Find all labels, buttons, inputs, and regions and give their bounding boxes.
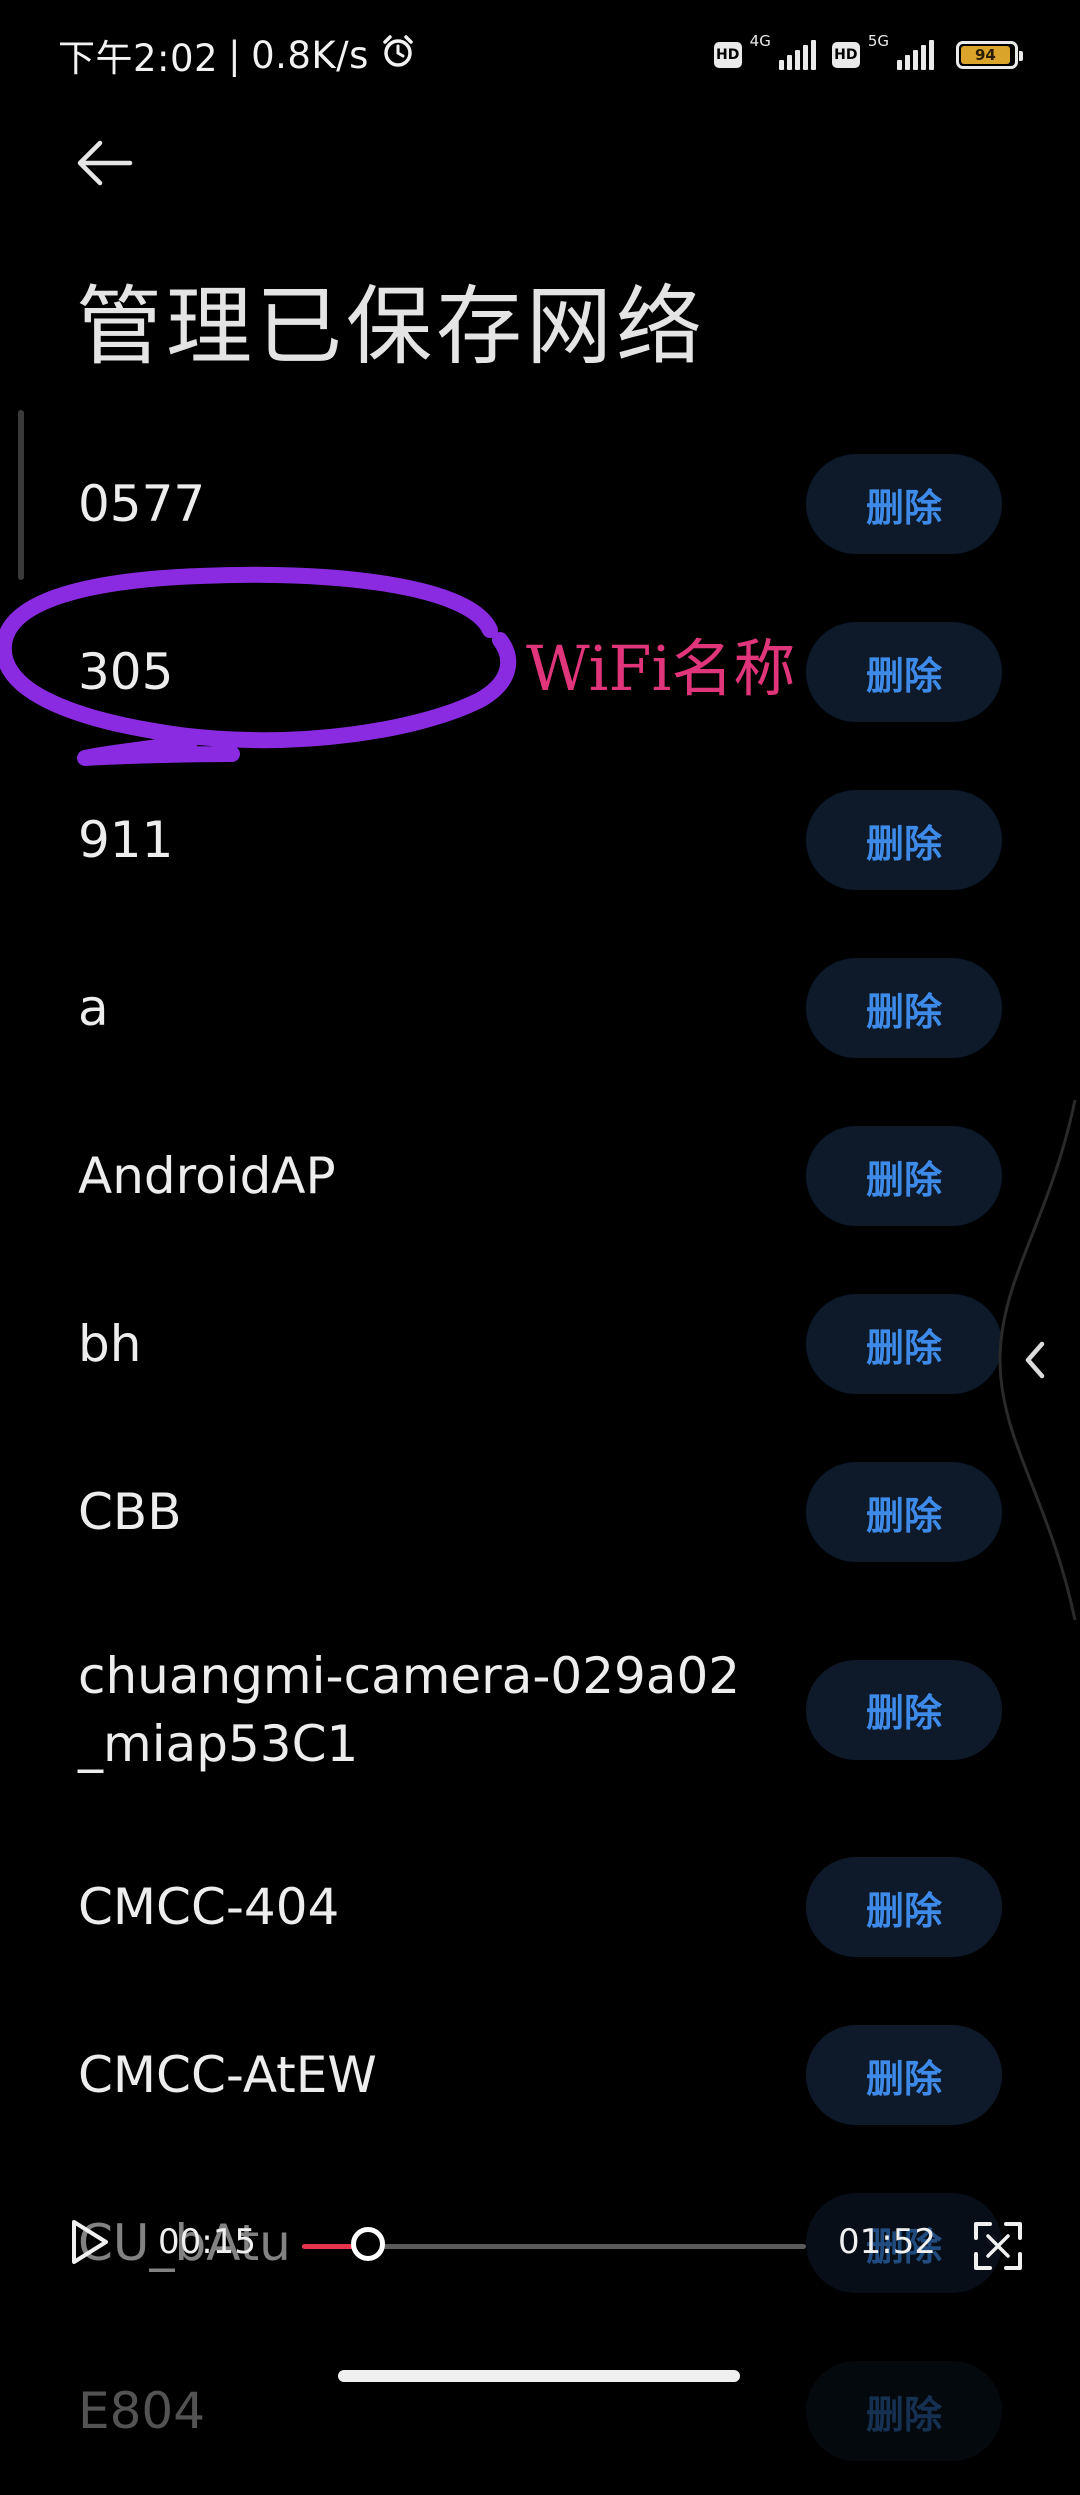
progress-thumb[interactable] [350, 2227, 385, 2261]
network-type-sim1: 4G [749, 32, 771, 50]
status-separator: | [228, 33, 242, 77]
list-item[interactable]: CBB 删除 [0, 1428, 1080, 1596]
list-item[interactable]: 911 删除 [0, 756, 1080, 924]
list-item[interactable]: a 删除 [0, 924, 1080, 1092]
delete-button[interactable]: 删除 [806, 622, 1002, 722]
delete-button[interactable]: 删除 [806, 790, 1002, 890]
alarm-icon [379, 32, 417, 79]
arrow-left-icon [77, 140, 133, 186]
video-player-bar: 00:15 01:52 [0, 2190, 1080, 2300]
status-bar: 下午2:02 | 0.8K/s HD 4G HD 5G 94 [0, 0, 1080, 110]
battery-icon: 94 [956, 41, 1023, 69]
network-name: CMCC-AtEW [78, 2046, 377, 2104]
network-name: bh [78, 1315, 142, 1373]
hd-badge-sim2: HD [831, 42, 860, 68]
list-item[interactable]: E804 删除 [0, 2327, 1080, 2495]
chevron-left-icon [1025, 1341, 1045, 1379]
network-name: E804 [78, 2382, 206, 2440]
saved-network-list: 0577 删除 305 删除 911 删除 a 删除 AndroidAP 删除 … [0, 420, 1080, 2495]
current-time: 00:15 [158, 2222, 256, 2262]
signal-bars-icon [778, 40, 816, 70]
delete-button[interactable]: 删除 [806, 2361, 1002, 2461]
network-name: CBB [78, 1483, 182, 1541]
status-left: 下午2:02 | 0.8K/s [58, 28, 417, 82]
network-name: CMCC-404 [78, 1878, 340, 1936]
progress-slider[interactable] [302, 2227, 806, 2261]
status-right: HD 4G HD 5G 94 [713, 30, 1023, 80]
list-item[interactable]: bh 删除 [0, 1260, 1080, 1428]
list-item[interactable]: AndroidAP 删除 [0, 1092, 1080, 1260]
list-item[interactable]: CMCC-AtEW 删除 [0, 1991, 1080, 2159]
status-time: 下午2:02 [58, 37, 219, 80]
delete-button[interactable]: 删除 [806, 1462, 1002, 1562]
home-indicator[interactable] [338, 2370, 740, 2382]
network-name: chuangmi-camera-029a02_miap53C1 [78, 1646, 741, 1773]
annotation-label: WiFi名称 [526, 632, 796, 705]
network-type-sim2: 5G [867, 32, 889, 50]
play-button[interactable] [60, 2212, 120, 2272]
list-item[interactable]: chuangmi-camera-029a02_miap53C1 删除 [0, 1596, 1080, 1823]
delete-button[interactable]: 删除 [806, 1126, 1002, 1226]
network-speed: 0.8K/s [251, 33, 369, 77]
battery-level: 94 [961, 46, 1010, 64]
back-button[interactable] [72, 128, 152, 198]
delete-button[interactable]: 删除 [806, 1294, 1002, 1394]
hd-badge-sim1: HD [713, 42, 742, 68]
network-name: a [78, 979, 109, 1037]
network-name: 0577 [78, 475, 206, 533]
total-time: 01:52 [838, 2222, 936, 2262]
signal-bars-icon [897, 40, 934, 70]
fullscreen-icon [974, 2222, 1022, 2270]
network-name: AndroidAP [78, 1147, 336, 1205]
play-icon [72, 2220, 108, 2264]
page-title: 管理已保存网络 [76, 277, 706, 377]
network-name: 911 [78, 811, 174, 869]
delete-button[interactable]: 删除 [806, 958, 1002, 1058]
edge-swipe-handle[interactable] [990, 1099, 1080, 1621]
delete-button[interactable]: 删除 [806, 1659, 1002, 1760]
network-name: 305 [78, 643, 174, 701]
delete-button[interactable]: 删除 [806, 454, 1002, 554]
delete-button[interactable]: 删除 [806, 1857, 1002, 1957]
list-item[interactable]: CMCC-404 删除 [0, 1823, 1080, 1991]
delete-button[interactable]: 删除 [806, 2025, 1002, 2125]
list-item[interactable]: 0577 删除 [0, 420, 1080, 588]
fullscreen-button[interactable] [972, 2220, 1024, 2272]
